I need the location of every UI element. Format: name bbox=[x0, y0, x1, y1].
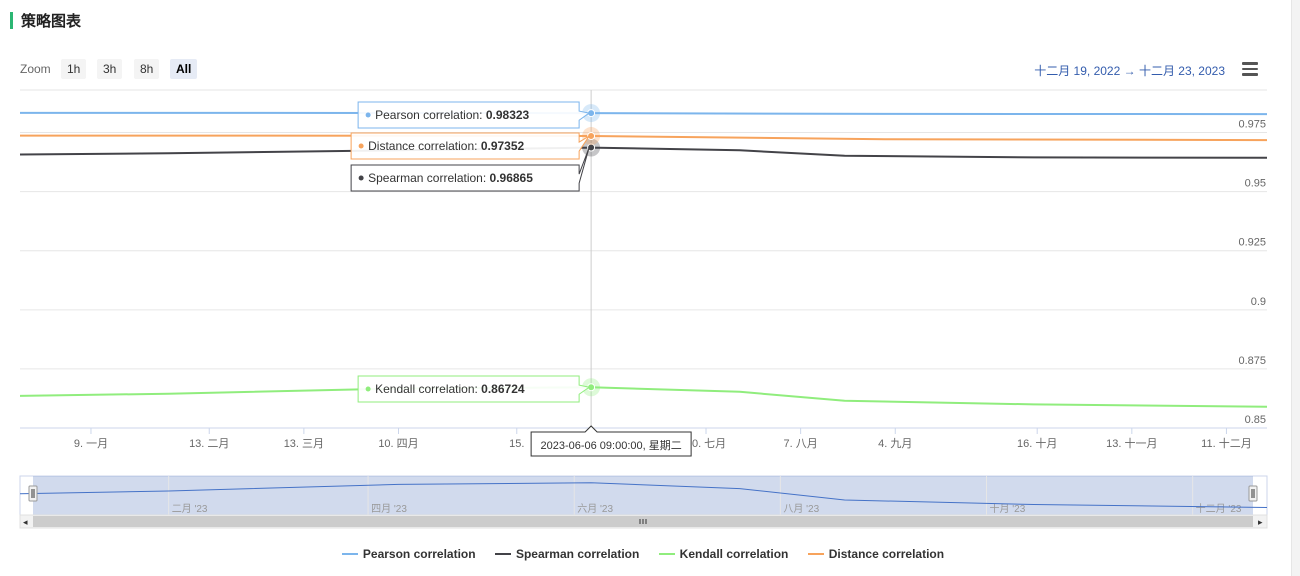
x-tick-label: 9. 一月 bbox=[74, 438, 108, 450]
x-tick-label: 10. 七月 bbox=[686, 437, 726, 450]
legend-label: Kendall correlation bbox=[679, 547, 789, 561]
scrollbar-left-arrow[interactable]: ◂ bbox=[23, 517, 28, 527]
legend-label: Distance correlation bbox=[828, 547, 945, 561]
line-chart: 0.85 0.875 0.9 0.925 0.95 0.975 9. 一月 13. 二月 13.… bbox=[19, 89, 1268, 529]
series-line-3 bbox=[20, 134, 1268, 142]
legend-label: Spearman correlation bbox=[515, 547, 640, 561]
series-line-0 bbox=[20, 111, 1268, 116]
legend-item-pearson[interactable]: Pearson correlation bbox=[341, 547, 476, 561]
x-tick-label: 13. 三月 bbox=[284, 438, 324, 450]
scrollbar-right-arrow[interactable]: ▸ bbox=[1258, 517, 1263, 527]
tooltip-dot bbox=[358, 143, 364, 149]
x-tick-label: 7. 八月 bbox=[784, 438, 818, 450]
chart-legend: Pearson correlation Spearman correlation… bbox=[0, 544, 1286, 561]
y-tick-label: 0.875 bbox=[1238, 355, 1266, 367]
page-scrollbar[interactable] bbox=[1291, 0, 1300, 576]
y-tick-label: 0.975 bbox=[1238, 119, 1266, 131]
tooltip-dot bbox=[365, 386, 371, 392]
x-tick-label: 10. 四月 bbox=[378, 438, 418, 450]
tooltip-3: Distance correlation: 0.97352 bbox=[350, 132, 590, 160]
navigator-label: 八月 '23 bbox=[783, 503, 819, 515]
tooltip-text: Spearman correlation: 0.96865 bbox=[368, 171, 533, 185]
y-tick-label: 0.95 bbox=[1245, 178, 1266, 190]
x-tick-label: 16. 十月 bbox=[1017, 436, 1057, 450]
legend-item-kendall[interactable]: Kendall correlation bbox=[658, 547, 789, 561]
tooltip-text: Distance correlation: 0.97352 bbox=[368, 139, 524, 153]
y-tick-label: 0.925 bbox=[1238, 237, 1266, 249]
legend-swatch-pearson bbox=[341, 553, 358, 555]
y-tick-label: 0.85 bbox=[1245, 414, 1266, 426]
x-tick-label: 13. 十一月 bbox=[1106, 436, 1157, 450]
date-tooltip-text: 2023-06-06 09:00:00, 星期二 bbox=[540, 439, 681, 452]
legend-swatch-distance bbox=[807, 553, 824, 555]
tooltip-2: Kendall correlation: 0.86724 bbox=[357, 375, 591, 403]
x-tick-label: 11. 十二月 bbox=[1201, 436, 1252, 450]
series-line-2 bbox=[19, 386, 1268, 408]
x-tick-label: 15. bbox=[509, 438, 524, 450]
series-line-1 bbox=[19, 146, 1268, 159]
tooltip-dot bbox=[365, 112, 371, 118]
legend-item-spearman[interactable]: Spearman correlation bbox=[494, 547, 640, 561]
legend-item-distance[interactable]: Distance correlation bbox=[807, 547, 945, 561]
navigator-handle-right[interactable] bbox=[1248, 485, 1258, 502]
legend-swatch-kendall bbox=[658, 553, 675, 555]
legend-swatch-spearman bbox=[494, 553, 511, 555]
date-tooltip: 2023-06-06 09:00:00, 星期二 bbox=[530, 425, 692, 457]
navigator-label: 四月 '23 bbox=[371, 503, 407, 515]
navigator-label: 二月 '23 bbox=[172, 503, 208, 515]
navigator-label: 十二月 '23 bbox=[1196, 502, 1242, 515]
tooltip-text: Pearson correlation: 0.98323 bbox=[375, 108, 529, 122]
x-tick-label: 13. 二月 bbox=[189, 438, 229, 450]
navigator-label: 六月 '23 bbox=[577, 503, 613, 515]
tooltip-0: Pearson correlation: 0.98323 bbox=[357, 101, 591, 129]
navigator-mask bbox=[33, 476, 1253, 515]
tooltip-dot bbox=[358, 175, 364, 181]
navigator-handle-left[interactable] bbox=[28, 485, 38, 502]
tooltip-text: Kendall correlation: 0.86724 bbox=[375, 382, 525, 396]
y-tick-label: 0.9 bbox=[1251, 296, 1266, 308]
legend-label: Pearson correlation bbox=[362, 547, 476, 561]
x-tick-label: 4. 九月 bbox=[878, 437, 912, 450]
